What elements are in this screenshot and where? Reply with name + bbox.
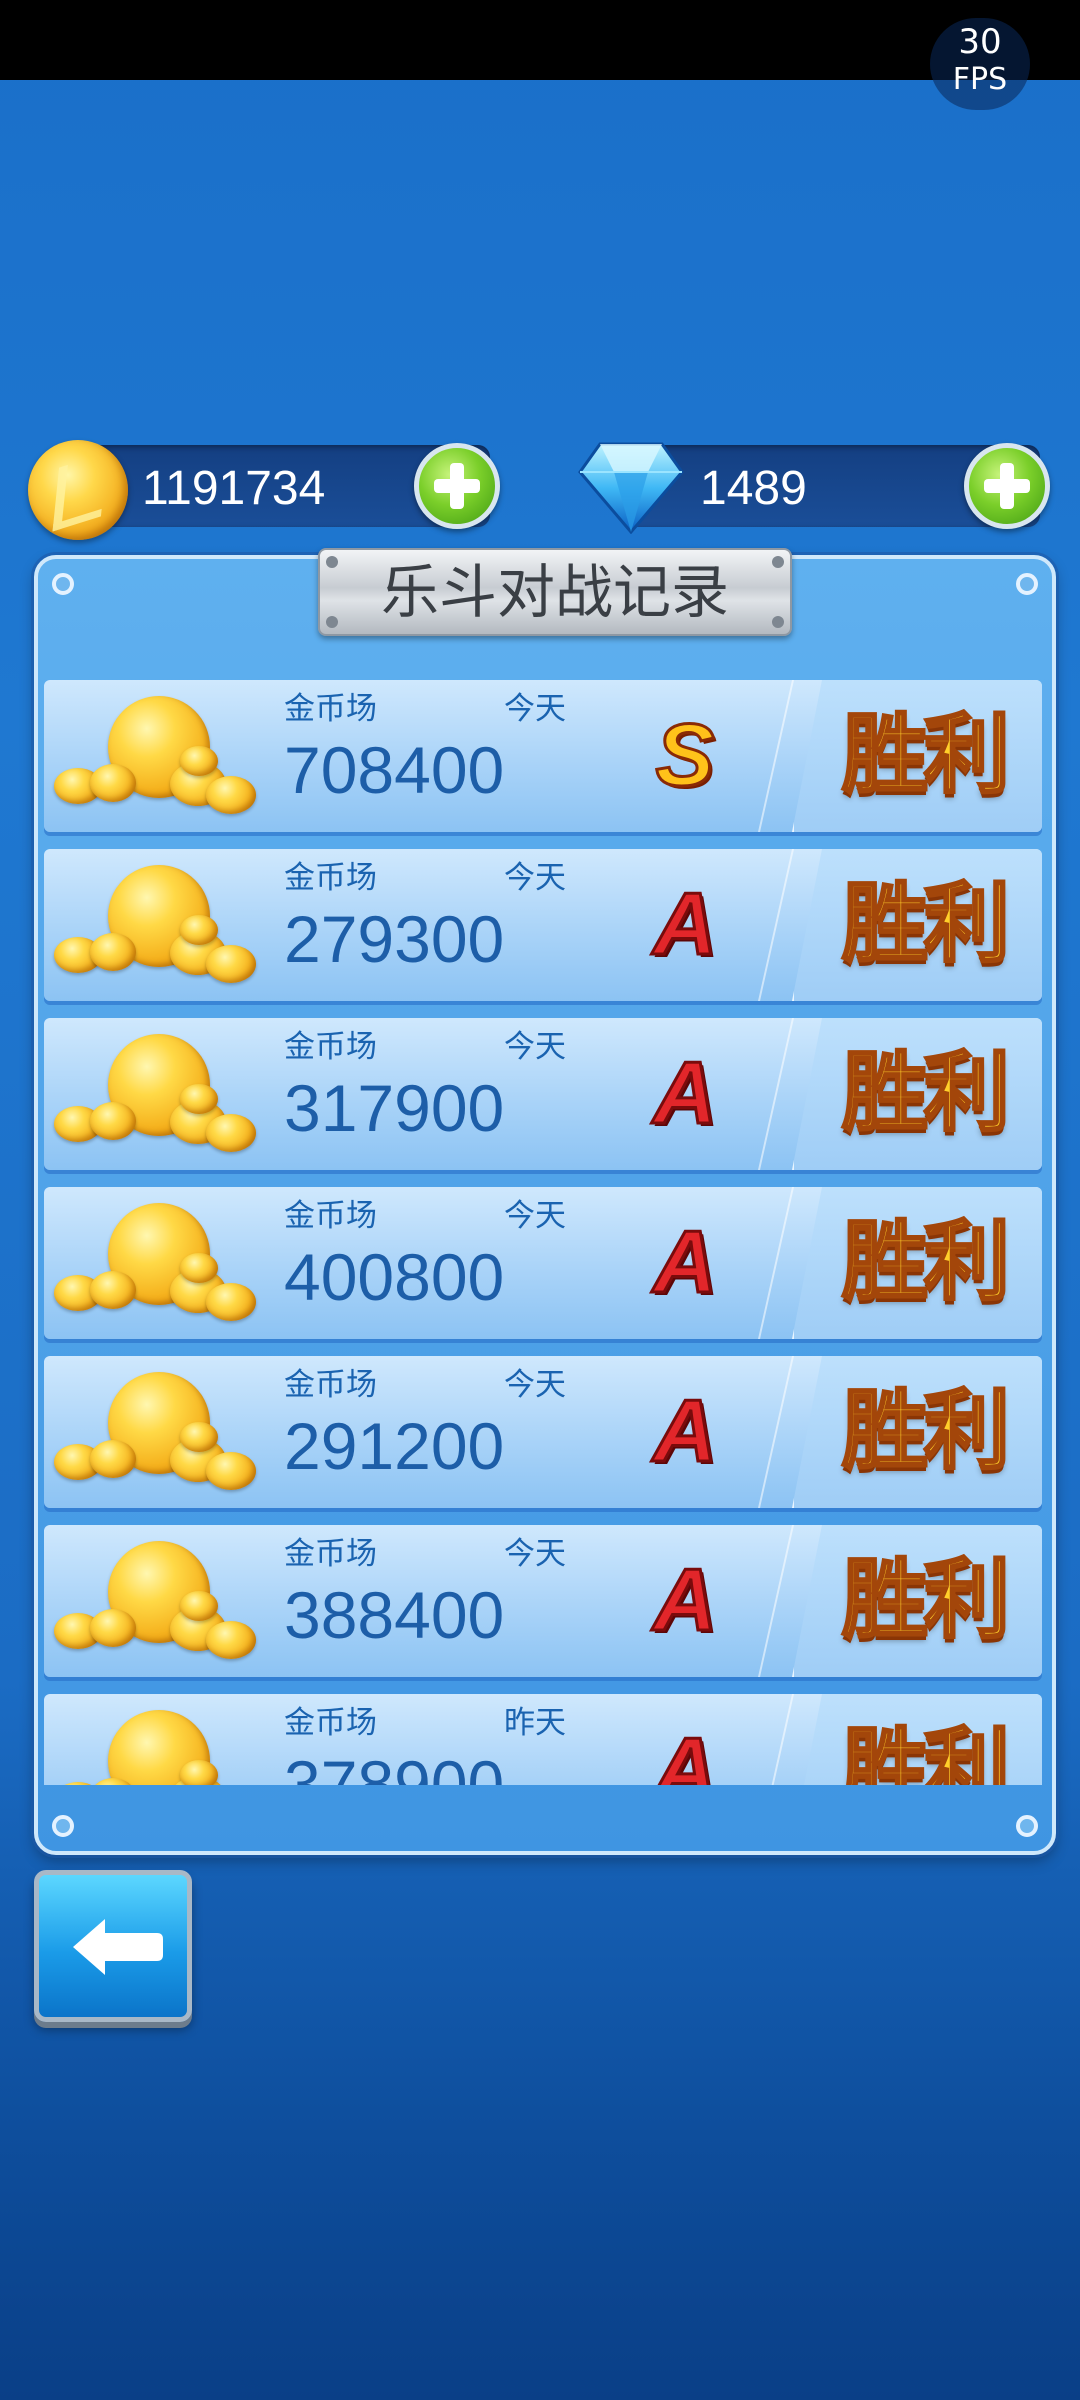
record-score: 317900 [284,1071,505,1145]
record-day: 今天 [504,1536,566,1572]
result-label: 胜利 [841,1549,1012,1652]
record-score: 291200 [284,1409,505,1483]
coin-pile-icon [50,859,260,989]
record-day: 今天 [504,691,566,727]
status-bar [0,0,1080,80]
room-type: 金币场 [284,691,377,727]
grade-badge: A [652,874,719,973]
diamond-amount: 1489 [700,462,807,515]
grade-badge: A [652,1719,719,1785]
record-score: 400800 [284,1240,505,1314]
add-diamond-button[interactable] [964,443,1050,529]
battle-record-list[interactable]: 金币场 今天 708400 S 胜利 金币场 今天 279300 A 胜利 金币… [44,680,1044,1785]
room-type: 金币场 [284,1536,377,1572]
record-row[interactable]: 金币场 今天 291200 A 胜利 [44,1356,1042,1508]
fps-value: 30 [958,22,1002,62]
result-label: 胜利 [841,873,1012,976]
room-type: 金币场 [284,1029,377,1065]
record-score: 388400 [284,1578,505,1652]
record-day: 今天 [504,860,566,896]
gold-coin-icon [28,440,128,540]
record-score: 378900 [284,1747,505,1785]
coin-pile-icon [50,1535,260,1665]
grade-badge: A [652,1212,719,1311]
diamond-icon [578,442,684,534]
record-day: 今天 [504,1029,566,1065]
panel-screw [1016,1815,1038,1837]
grade-badge: A [652,1043,719,1142]
result-label: 胜利 [841,1211,1012,1314]
coin-pile-icon [50,1704,260,1785]
add-gold-button[interactable] [414,443,500,529]
grade-badge: S [654,705,716,804]
room-type: 金币场 [284,1705,377,1741]
grade-badge: A [652,1381,719,1480]
record-day: 今天 [504,1198,566,1234]
record-score: 708400 [284,733,505,807]
record-row[interactable]: 金币场 今天 279300 A 胜利 [44,849,1042,1001]
coin-pile-icon [50,1366,260,1496]
result-label: 胜利 [841,1042,1012,1145]
record-score: 279300 [284,902,505,976]
result-label: 胜利 [841,1380,1012,1483]
panel-screw [1016,573,1038,595]
panel-title: 乐斗对战记录 [380,558,729,626]
fps-counter: 30 FPS [930,18,1030,110]
gold-amount: 1191734 [142,462,326,515]
record-row[interactable]: 金币场 昨天 378900 A 胜利 [44,1694,1042,1785]
coin-pile-icon [50,690,260,820]
result-label: 胜利 [841,1718,1012,1786]
back-button[interactable] [34,1870,192,2022]
fps-unit: FPS [952,62,1008,97]
panel-screw [52,573,74,595]
record-day: 昨天 [504,1705,566,1741]
record-row[interactable]: 金币场 今天 388400 A 胜利 [44,1525,1042,1677]
result-label: 胜利 [841,704,1012,807]
record-row[interactable]: 金币场 今天 708400 S 胜利 [44,680,1042,832]
coin-pile-icon [50,1028,260,1158]
panel-screw [52,1815,74,1837]
record-row[interactable]: 金币场 今天 400800 A 胜利 [44,1187,1042,1339]
coin-pile-icon [50,1197,260,1327]
room-type: 金币场 [284,1198,377,1234]
room-type: 金币场 [284,1367,377,1403]
back-arrow-icon [73,1919,163,1975]
record-day: 今天 [504,1367,566,1403]
grade-badge: A [652,1550,719,1649]
room-type: 金币场 [284,860,377,896]
panel-title-plate: 乐斗对战记录 [318,548,792,636]
record-row[interactable]: 金币场 今天 317900 A 胜利 [44,1018,1042,1170]
